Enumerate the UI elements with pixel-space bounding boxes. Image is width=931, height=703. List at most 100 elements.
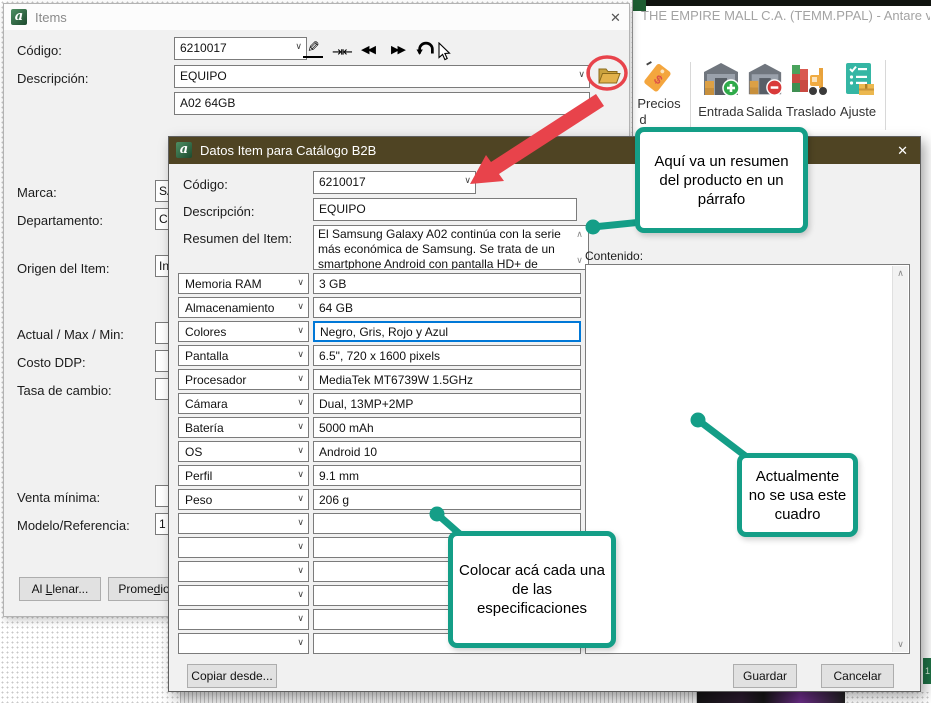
close-icon[interactable]: ✕ xyxy=(897,143,908,159)
warehouse-in-icon xyxy=(701,60,741,98)
chevron-down-icon[interactable]: ∨ xyxy=(297,326,304,335)
venta-minima-label: Venta mínima: xyxy=(17,490,100,505)
callout-specs: Colocar acá cada una de las especificaci… xyxy=(448,531,616,648)
spec-row: Batería ∨ 5000 mAh xyxy=(178,417,581,438)
spec-name-select[interactable]: Memoria RAM ∨ xyxy=(178,273,309,294)
spec-value-input[interactable]: 6.5", 720 x 1600 pixels xyxy=(313,345,581,366)
chevron-down-icon[interactable]: ∨ xyxy=(297,398,304,407)
spec-name-text: Procesador xyxy=(185,373,246,387)
spec-row: Peso ∨ 206 g xyxy=(178,489,581,510)
spec-value-input[interactable]: 9.1 mm xyxy=(313,465,581,486)
chevron-down-icon[interactable]: ∨ xyxy=(297,350,304,359)
chevron-down-icon[interactable]: ∨ xyxy=(297,302,304,311)
b2b-codigo-combobox[interactable]: 6210017 ∨ xyxy=(313,171,476,194)
spec-name-text: Colores xyxy=(185,325,226,339)
toolbar-separator xyxy=(885,60,886,130)
undo-button[interactable] xyxy=(416,40,436,58)
app-title: THE EMPIRE MALL C.A. (TEMM.PPAL) - Antar… xyxy=(641,8,930,23)
chevron-down-icon[interactable]: ∨ xyxy=(297,566,304,575)
modelo-referencia-label: Modelo/Referencia: xyxy=(17,518,130,533)
b2b-codigo-value: 6210017 xyxy=(319,175,366,189)
spec-value-input[interactable]: 206 g xyxy=(313,489,581,510)
spec-name-text: Batería xyxy=(185,421,224,435)
codigo-combobox[interactable]: 6210017 ∨ xyxy=(174,37,307,60)
spec-row: Procesador ∨ MediaTek MT6739W 1.5GHz xyxy=(178,369,581,390)
spec-name-select[interactable]: Batería ∨ xyxy=(178,417,309,438)
scroll-up-icon[interactable]: ∧ xyxy=(893,269,908,278)
descripcion2-input[interactable]: A02 64GB xyxy=(174,92,590,115)
chevron-down-icon[interactable]: ∨ xyxy=(297,518,304,527)
spec-value-input[interactable]: 64 GB xyxy=(313,297,581,318)
checklist-box-icon xyxy=(840,60,878,98)
chevron-down-icon[interactable]: ∨ xyxy=(297,470,304,479)
toolbar-label-second-line: d xyxy=(637,112,649,127)
desktop-fragment-ruler xyxy=(180,692,697,703)
chevron-down-icon[interactable]: ∨ xyxy=(297,614,304,623)
spec-name-select[interactable]: OS ∨ xyxy=(178,441,309,462)
tasa-cambio-label: Tasa de cambio: xyxy=(17,383,112,398)
costo-ddp-label: Costo DDP: xyxy=(17,355,86,370)
toolbar-separator xyxy=(690,62,691,128)
contenido-scrollbar[interactable]: ∧ ∨ xyxy=(892,266,908,652)
spec-value-input[interactable]: Negro, Gris, Rojo y Azul xyxy=(313,321,581,342)
spec-row: Memoria RAM ∨ 3 GB xyxy=(178,273,581,294)
edit-pencil-icon[interactable]: ✎ xyxy=(303,40,323,58)
spec-value-input[interactable]: 5000 mAh xyxy=(313,417,581,438)
previous-record-button[interactable]: ◀◀ xyxy=(361,45,374,56)
al-llenar-button[interactable]: Al Llenar... xyxy=(19,577,101,601)
chevron-down-icon[interactable]: ∨ xyxy=(578,70,585,79)
scroll-up-icon[interactable]: ∧ xyxy=(572,230,587,239)
b2b-descripcion-label: Descripción: xyxy=(183,204,255,219)
chevron-down-icon[interactable]: ∨ xyxy=(464,176,471,185)
b2b-descripcion-input[interactable]: EQUIPO xyxy=(313,198,577,221)
chevron-down-icon[interactable]: ∨ xyxy=(295,42,302,51)
chevron-down-icon[interactable]: ∨ xyxy=(297,638,304,647)
toolbar-label: Ajuste xyxy=(836,104,880,119)
scroll-down-icon[interactable]: ∨ xyxy=(893,640,908,649)
toolbar-label: Precios xyxy=(633,96,685,111)
spec-value-input[interactable]: 3 GB xyxy=(313,273,581,294)
close-icon[interactable]: ✕ xyxy=(610,10,621,26)
copiar-desde-button[interactable]: Copiar desde... xyxy=(187,664,277,688)
spec-name-select[interactable]: Pantalla ∨ xyxy=(178,345,309,366)
spec-name-select[interactable]: ∨ xyxy=(178,609,309,630)
spec-value-input[interactable]: MediaTek MT6739W 1.5GHz xyxy=(313,369,581,390)
spec-name-select[interactable]: Perfil ∨ xyxy=(178,465,309,486)
spec-name-select[interactable]: ∨ xyxy=(178,513,309,534)
spec-row: Cámara ∨ Dual, 13MP+2MP xyxy=(178,393,581,414)
spec-row: Pantalla ∨ 6.5", 720 x 1600 pixels xyxy=(178,345,581,366)
resumen-textarea[interactable]: El Samsung Galaxy A02 continúa con la se… xyxy=(313,225,589,270)
spec-name-select[interactable]: ∨ xyxy=(178,585,309,606)
callout-resumen: Aquí va un resumen del producto en un pá… xyxy=(635,127,808,233)
spec-row: Colores ∨ Negro, Gris, Rojo y Azul xyxy=(178,321,581,342)
chevron-down-icon[interactable]: ∨ xyxy=(297,494,304,503)
chevron-down-icon[interactable]: ∨ xyxy=(297,590,304,599)
chevron-down-icon[interactable]: ∨ xyxy=(297,278,304,287)
guardar-button[interactable]: Guardar xyxy=(733,664,797,688)
spec-name-select[interactable]: Peso ∨ xyxy=(178,489,309,510)
spec-name-select[interactable]: Cámara ∨ xyxy=(178,393,309,414)
chevron-down-icon[interactable]: ∨ xyxy=(297,422,304,431)
spec-name-select[interactable]: ∨ xyxy=(178,561,309,582)
resumen-text: El Samsung Galaxy A02 continúa con la se… xyxy=(318,227,561,270)
background-fragment-badge: 1 xyxy=(923,658,931,684)
chevron-down-icon[interactable]: ∨ xyxy=(297,374,304,383)
spec-value-input[interactable]: Android 10 xyxy=(313,441,581,462)
spec-name-select[interactable]: Procesador ∨ xyxy=(178,369,309,390)
merge-icon[interactable]: ⇥⇤ xyxy=(332,45,352,58)
next-record-button[interactable]: ▶▶ xyxy=(391,45,404,56)
chevron-down-icon[interactable]: ∨ xyxy=(297,446,304,455)
spec-name-select[interactable]: ∨ xyxy=(178,537,309,558)
chevron-down-icon[interactable]: ∨ xyxy=(297,542,304,551)
descripcion-combobox[interactable]: EQUIPO ∨ xyxy=(174,65,590,88)
spec-name-select[interactable]: Colores ∨ xyxy=(178,321,309,342)
toolbar-label: Salida xyxy=(743,104,785,119)
spec-name-select[interactable]: Almacenamiento ∨ xyxy=(178,297,309,318)
spec-value-input[interactable]: Dual, 13MP+2MP xyxy=(313,393,581,414)
b2b-codigo-label: Código: xyxy=(183,177,228,192)
b2b-dialog-title: Datos Item para Catálogo B2B xyxy=(200,143,376,158)
open-catalog-folder-button[interactable] xyxy=(596,65,622,87)
cancelar-button[interactable]: Cancelar xyxy=(821,664,894,688)
items-titlebar xyxy=(4,4,629,30)
spec-name-select[interactable]: ∨ xyxy=(178,633,309,654)
